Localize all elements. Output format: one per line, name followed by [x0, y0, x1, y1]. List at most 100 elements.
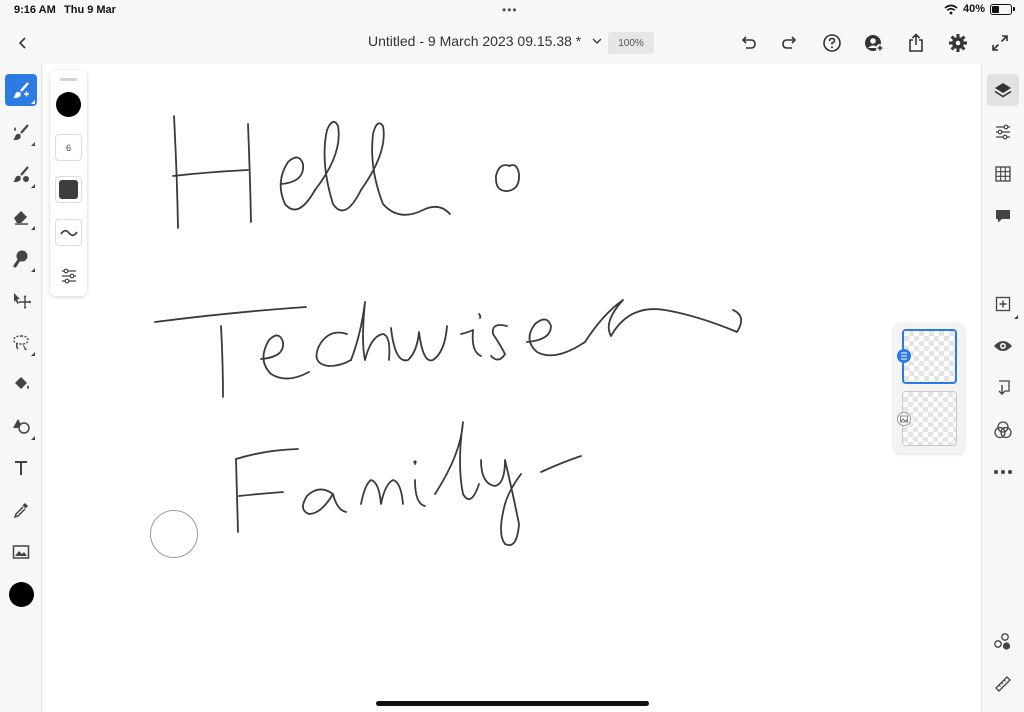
- fill-brush-icon: [13, 166, 29, 183]
- settings-button[interactable]: [944, 30, 972, 56]
- image-tool[interactable]: [5, 536, 37, 568]
- redo-button[interactable]: [776, 30, 804, 56]
- stroke-hello: [247, 123, 252, 223]
- undo-button[interactable]: [734, 30, 762, 56]
- stroke-family: [413, 460, 417, 465]
- drawing-canvas[interactable]: [43, 64, 981, 712]
- brush-opacity-button[interactable]: [55, 176, 82, 203]
- paint-bucket-icon: [15, 377, 29, 389]
- battery-fill: [992, 5, 999, 13]
- share-button[interactable]: [902, 30, 930, 56]
- battery-icon: [990, 3, 1015, 15]
- share-icon: [909, 33, 923, 52]
- adjustments-icon: [996, 124, 1010, 140]
- status-bar: 9:16 AM Thu 9 Mar ••• 40%: [0, 0, 1024, 22]
- home-indicator[interactable]: [376, 701, 649, 706]
- ink-layer: [154, 115, 743, 546]
- tool-options-indicator: [31, 184, 35, 188]
- eyedropper-tool[interactable]: [5, 494, 37, 526]
- image-layer-badge[interactable]: [897, 412, 911, 426]
- stroke-techwiser: [154, 306, 307, 323]
- stroke-hello: [314, 120, 362, 212]
- comments-button[interactable]: [987, 200, 1019, 232]
- comment-icon: [996, 210, 1010, 223]
- text-icon: [15, 461, 27, 475]
- paint-bucket-tool[interactable]: [5, 368, 37, 400]
- layers-panel: [894, 323, 964, 453]
- eye-icon: [994, 341, 1012, 351]
- stroke-hello: [279, 156, 316, 211]
- stroke-family: [302, 488, 347, 515]
- ruler-icon: [995, 676, 1011, 692]
- fill-brush-tool[interactable]: [5, 158, 37, 190]
- wave-icon: [59, 229, 78, 236]
- more-options-button[interactable]: [987, 456, 1019, 488]
- add-layer-button[interactable]: [987, 288, 1019, 320]
- stroke-family: [434, 421, 480, 501]
- brush-flow-button[interactable]: [55, 219, 82, 246]
- mixer-brush-tool[interactable]: [5, 116, 37, 148]
- stroke-hello: [172, 169, 249, 177]
- fullscreen-button[interactable]: [986, 30, 1014, 56]
- status-right: 40%: [944, 3, 1015, 15]
- invite-button[interactable]: [860, 30, 888, 56]
- grid-button[interactable]: [987, 158, 1019, 190]
- grid-icon: [995, 166, 1011, 182]
- layers-icon: [994, 83, 1012, 98]
- zoom-level-badge[interactable]: 100%: [608, 32, 654, 54]
- shapes-tool[interactable]: [5, 410, 37, 442]
- tool-options-indicator: [31, 268, 35, 272]
- stroke-techwiser: [460, 329, 482, 357]
- tool-options-indicator: [31, 226, 35, 230]
- libraries-button[interactable]: [987, 626, 1019, 658]
- tool-options-indicator: [31, 100, 35, 104]
- stroke-techwiser: [490, 324, 508, 361]
- stroke-techwiser: [390, 325, 448, 362]
- brush-color-button[interactable]: [56, 92, 81, 117]
- tool-options-indicator: [31, 436, 35, 440]
- eyedropper-icon: [13, 503, 28, 519]
- active-layer-badge[interactable]: [897, 349, 911, 363]
- text-tool[interactable]: [5, 452, 37, 484]
- layers-button[interactable]: [987, 74, 1019, 106]
- more-icon: [994, 470, 1012, 474]
- eraser-tool[interactable]: [5, 200, 37, 232]
- stroke-techwiser: [260, 334, 310, 380]
- libraries-icon: [994, 633, 1011, 650]
- settings-icon: [949, 34, 967, 52]
- move-tool[interactable]: [5, 284, 37, 316]
- document-title-button[interactable]: Untitled - 9 March 2023 09.15.38 *: [368, 33, 603, 49]
- stroke-techwiser: [478, 313, 482, 319]
- image-layer-icon: [900, 415, 908, 423]
- brush-size-button[interactable]: 6: [55, 134, 82, 161]
- status-date: Thu 9 Mar: [64, 4, 116, 16]
- ruler-button[interactable]: [987, 668, 1019, 700]
- smudge-tool[interactable]: [5, 242, 37, 274]
- help-button[interactable]: [818, 30, 846, 56]
- stroke-family: [414, 479, 426, 507]
- wifi-icon: [944, 4, 958, 14]
- multitasking-dots-icon[interactable]: •••: [502, 3, 518, 17]
- adjustments-button[interactable]: [987, 116, 1019, 148]
- left-toolbar: [0, 64, 42, 712]
- back-button[interactable]: [10, 30, 36, 56]
- visibility-button[interactable]: [987, 330, 1019, 362]
- lasso-tool[interactable]: [5, 326, 37, 358]
- stroke-hello: [495, 164, 520, 192]
- undo-icon: [741, 36, 756, 49]
- blend-mode-button[interactable]: [987, 414, 1019, 446]
- brush-settings-button[interactable]: [55, 262, 82, 289]
- fullscreen-icon: [992, 35, 1008, 51]
- stroke-techwiser: [526, 318, 586, 357]
- smudge-icon: [13, 250, 28, 268]
- mixer-brush-icon: [13, 124, 29, 141]
- current-color-swatch[interactable]: [9, 582, 34, 607]
- stroke-family: [238, 491, 284, 497]
- stroke-family: [235, 458, 239, 533]
- brush-tool[interactable]: [5, 74, 37, 106]
- merge-down-button[interactable]: [987, 372, 1019, 404]
- panel-drag-handle[interactable]: [60, 78, 77, 81]
- stroke-hello: [360, 122, 451, 216]
- move-icon: [14, 293, 31, 309]
- brush-settings-panel: 6: [50, 70, 87, 296]
